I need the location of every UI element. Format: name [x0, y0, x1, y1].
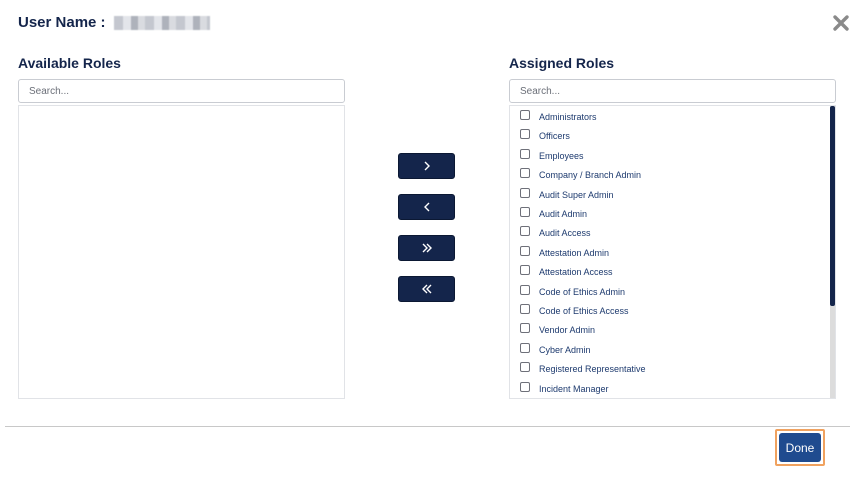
- redacted-user-name: [113, 15, 210, 30]
- role-label: Incident Manager: [539, 383, 609, 394]
- role-checkbox[interactable]: [520, 265, 530, 276]
- user-name-title: User Name :: [18, 14, 210, 31]
- role-label: Attestation Admin: [539, 247, 610, 258]
- assigned-role-item[interactable]: Audit Admin: [520, 206, 587, 222]
- role-checkbox[interactable]: [520, 148, 530, 159]
- double-chevron-left-icon: [421, 284, 431, 294]
- role-label: Code of Ethics Access: [539, 306, 629, 316]
- role-checkbox[interactable]: [520, 245, 530, 256]
- role-label: Cyber Admin: [539, 344, 591, 355]
- role-checkbox[interactable]: [520, 323, 530, 334]
- role-label: Code of Ethics Admin: [539, 286, 626, 297]
- assigned-role-item[interactable]: Incident Manager: [520, 381, 609, 397]
- available-roles-list[interactable]: [18, 105, 345, 399]
- role-label: Employees: [539, 150, 584, 161]
- assigned-role-item[interactable]: Attestation Access: [520, 264, 613, 280]
- role-checkbox[interactable]: [520, 362, 530, 373]
- role-checkbox[interactable]: [520, 226, 530, 237]
- move-right-button[interactable]: [398, 153, 455, 179]
- available-roles-title: Available Roles: [18, 55, 121, 71]
- role-label: Registered Representative: [539, 364, 646, 375]
- assigned-role-item[interactable]: Officers: [520, 128, 570, 144]
- role-checkbox[interactable]: [520, 187, 530, 198]
- role-label: Officers: [539, 131, 570, 142]
- assigned-roles-title: Assigned Roles: [509, 55, 615, 71]
- role-checkbox[interactable]: [520, 304, 530, 314]
- assigned-role-item[interactable]: Employees: [520, 148, 584, 164]
- assigned-roles-list[interactable]: Administrators Officers Employees Company /…: [509, 105, 836, 399]
- user-name-label: User Name :: [18, 14, 106, 31]
- assigned-role-item[interactable]: Audit Super Admin: [520, 187, 614, 203]
- assigned-role-item[interactable]: Administrators: [520, 109, 597, 125]
- role-checkbox[interactable]: [520, 381, 530, 392]
- move-left-button[interactable]: [398, 194, 455, 220]
- role-checkbox[interactable]: [520, 342, 530, 353]
- move-all-left-button[interactable]: [398, 276, 455, 302]
- role-checkbox[interactable]: [520, 284, 530, 295]
- role-checkbox[interactable]: [520, 207, 530, 217]
- chevron-left-icon: [423, 202, 429, 212]
- role-label: Company / Branch Admin: [539, 170, 642, 181]
- done-button[interactable]: Done: [779, 433, 821, 462]
- assigned-roles-search-input[interactable]: [509, 79, 836, 103]
- assigned-roles-scrollbar-thumb[interactable]: [830, 106, 835, 306]
- close-icon[interactable]: [832, 14, 850, 32]
- chevron-right-icon: [424, 161, 430, 171]
- double-chevron-right-icon: [422, 243, 432, 253]
- role-label: Audit Super Admin: [539, 189, 614, 200]
- role-label: Audit Admin: [539, 209, 588, 219]
- role-checkbox[interactable]: [520, 129, 530, 140]
- move-all-right-button[interactable]: [398, 235, 455, 261]
- role-checkbox[interactable]: [520, 110, 530, 120]
- footer-divider: [5, 426, 850, 427]
- assigned-role-item[interactable]: Audit Access: [520, 225, 591, 241]
- role-label: Vendor Admin: [539, 325, 596, 336]
- assigned-role-item[interactable]: Registered Representative: [520, 361, 646, 377]
- assigned-role-item[interactable]: Vendor Admin: [520, 322, 595, 338]
- available-roles-search-input[interactable]: [18, 79, 345, 103]
- role-checkbox[interactable]: [520, 168, 530, 179]
- role-label: Administrators: [539, 112, 597, 122]
- assigned-role-item[interactable]: Company / Branch Admin: [520, 167, 641, 183]
- role-label: Attestation Access: [539, 267, 613, 278]
- assigned-role-item[interactable]: Code of Ethics Admin: [520, 284, 625, 300]
- assigned-role-item[interactable]: Attestation Admin: [520, 245, 609, 261]
- role-label: Audit Access: [539, 228, 591, 239]
- assigned-role-item[interactable]: Code of Ethics Access: [520, 303, 629, 319]
- assigned-role-item[interactable]: Cyber Admin: [520, 342, 591, 358]
- assigned-roles-items: Administrators Officers Employees Company /…: [510, 106, 827, 398]
